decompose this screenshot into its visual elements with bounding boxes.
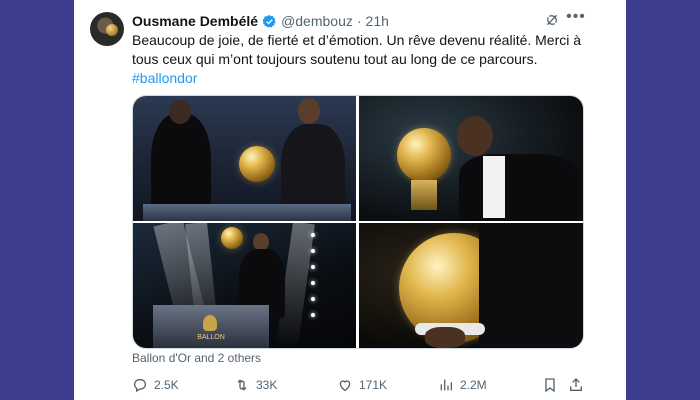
reply-icon (134, 379, 146, 393)
stage-desk (143, 204, 351, 221)
trophy-ball (397, 128, 451, 182)
grok-icon[interactable] (544, 12, 560, 28)
tweet-header: Ousmane Dembélé @dembouz · 21h (132, 12, 389, 30)
media-source-label[interactable]: Ballon d'Or and 2 others (132, 351, 261, 365)
reply-count: 2.5K (154, 378, 179, 392)
author-name[interactable]: Ousmane Dembélé (132, 13, 258, 29)
photo-3[interactable]: BALLON (133, 223, 356, 348)
share-button[interactable] (568, 376, 590, 394)
player-figure (459, 154, 577, 221)
views-button[interactable]: 2.2M (438, 376, 487, 394)
player-head (457, 116, 493, 156)
like-icon (339, 380, 351, 392)
podium-logo (203, 315, 217, 331)
trophy-base (411, 180, 437, 210)
stage-light (311, 297, 315, 301)
share-icon (570, 378, 582, 391)
more-icon[interactable]: ••• (566, 9, 586, 26)
stage-light (311, 233, 315, 237)
stage-light (311, 313, 315, 317)
tweet-timestamp[interactable]: 21h (366, 13, 389, 29)
media-grid: BALLON (132, 95, 584, 349)
header-separator: · (356, 13, 362, 29)
author-avatar[interactable] (90, 12, 124, 46)
like-button[interactable]: 171K (337, 376, 387, 394)
stage-light (311, 265, 315, 269)
photo-1[interactable] (133, 96, 356, 221)
podium: BALLON (153, 305, 269, 348)
stage-light (311, 249, 315, 253)
views-count: 2.2M (460, 378, 487, 392)
hashtag-link[interactable]: #ballondor (132, 69, 602, 88)
reply-button[interactable]: 2.5K (132, 376, 179, 394)
action-bar: 2.5K 33K 171K 2.2M (132, 376, 584, 394)
repost-count: 33K (256, 378, 278, 392)
player-hands (425, 327, 465, 348)
player-head (298, 98, 320, 124)
repost-icon (237, 379, 247, 391)
repost-button[interactable]: 33K (234, 376, 277, 394)
trophy-ball (221, 227, 243, 249)
player-figure (479, 223, 583, 348)
podium-label: BALLON (197, 334, 225, 341)
views-icon (440, 379, 452, 391)
bookmark-icon (545, 378, 555, 393)
tweet-card[interactable]: Ousmane Dembélé @dembouz · 21h ••• Beauc… (74, 0, 626, 400)
tweet-text: Beaucoup de joie, de fierté et d’émotion… (132, 31, 602, 88)
bookmark-button[interactable] (542, 376, 564, 394)
tweet-body: Beaucoup de joie, de fierté et d’émotion… (132, 32, 582, 67)
presenter-head (169, 100, 191, 124)
like-count: 171K (359, 378, 388, 392)
photo-2[interactable] (359, 96, 583, 221)
player-shirt (483, 156, 505, 218)
trophy-ball (239, 146, 275, 182)
photo-4[interactable] (359, 223, 583, 348)
author-handle[interactable]: @dembouz (281, 13, 353, 29)
verified-badge-icon (262, 14, 276, 28)
stage-light (311, 281, 315, 285)
